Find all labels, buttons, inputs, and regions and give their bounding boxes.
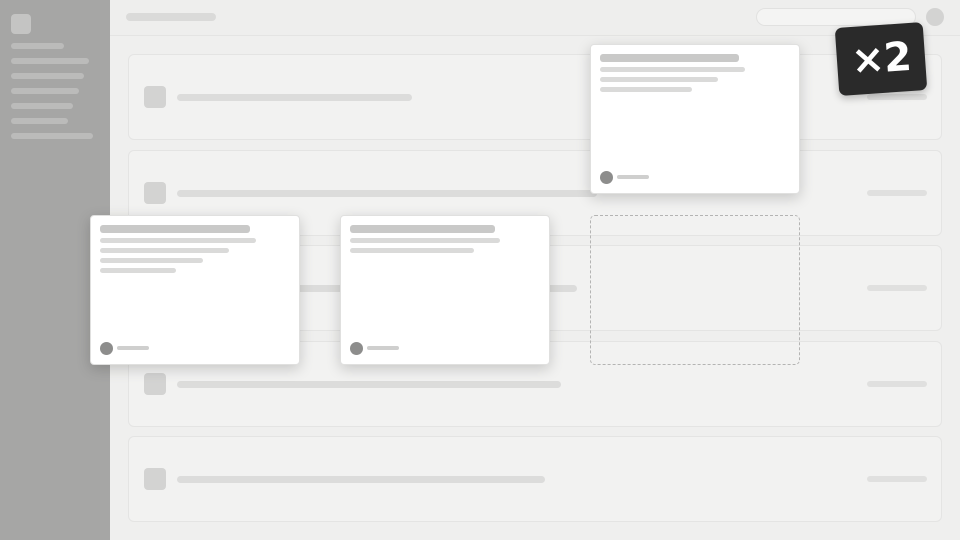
row-thumbnail-icon (144, 182, 166, 204)
row-title (177, 476, 545, 483)
multiplier-badge: ×2 (834, 22, 928, 96)
row-meta (867, 381, 927, 387)
draggable-card[interactable] (340, 215, 550, 365)
sidebar-item[interactable] (11, 73, 84, 79)
card-text-line (100, 238, 256, 243)
card-title (100, 225, 250, 233)
card-drop-zone[interactable] (590, 215, 800, 365)
author-avatar (100, 342, 113, 355)
draggable-card[interactable] (90, 215, 300, 365)
author-avatar (600, 171, 613, 184)
row-meta (867, 190, 927, 196)
sidebar-item[interactable] (11, 58, 89, 64)
list-row[interactable] (128, 436, 942, 522)
author-name (617, 175, 649, 179)
author-avatar (350, 342, 363, 355)
row-thumbnail-icon (144, 373, 166, 395)
dragged-card[interactable] (590, 44, 800, 194)
card-text-line (100, 268, 176, 273)
card-text-line (350, 238, 500, 243)
sidebar-item[interactable] (11, 118, 68, 124)
card-title (350, 225, 495, 233)
sidebar-item[interactable] (11, 133, 93, 139)
row-meta (867, 476, 927, 482)
row-title (177, 381, 561, 388)
row-title (177, 190, 597, 197)
card-text-line (350, 248, 474, 253)
sidebar-item[interactable] (11, 43, 64, 49)
sidebar-item[interactable] (11, 103, 73, 109)
multiplier-label: ×2 (849, 33, 913, 85)
card-text-line (600, 67, 745, 72)
row-thumbnail-icon (144, 86, 166, 108)
row-meta (867, 285, 927, 291)
card-text-line (600, 87, 692, 92)
page-title (126, 13, 216, 21)
list-row[interactable] (128, 54, 942, 140)
row-meta (867, 94, 927, 100)
top-bar (110, 0, 960, 36)
card-text-line (100, 258, 203, 263)
user-avatar[interactable] (926, 8, 944, 26)
sidebar-item[interactable] (11, 88, 79, 94)
row-title (177, 94, 412, 101)
app-logo-icon[interactable] (11, 14, 31, 34)
card-text-line (600, 77, 718, 82)
author-name (117, 346, 149, 350)
author-name (367, 346, 399, 350)
row-thumbnail-icon (144, 468, 166, 490)
card-text-line (100, 248, 229, 253)
card-title (600, 54, 739, 62)
